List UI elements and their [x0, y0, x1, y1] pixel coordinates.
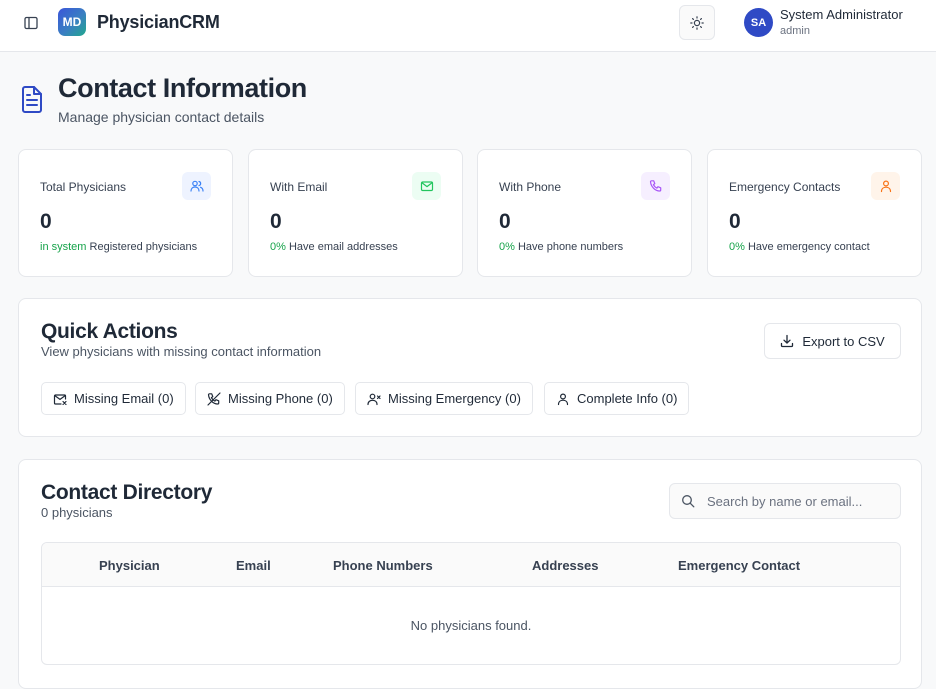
contact-directory-card: Contact Directory 0 physicians Physician…	[18, 459, 922, 689]
column-header-email[interactable]: Email	[236, 558, 271, 573]
user-icon	[557, 392, 569, 405]
column-header-emergency-contact[interactable]: Emergency Contact	[678, 558, 800, 573]
page-title: Contact Information	[58, 73, 307, 103]
theme-toggle-button[interactable]	[679, 5, 715, 40]
avatar[interactable]: SA	[744, 8, 773, 37]
stat-footnote: 0% Have email addresses	[270, 241, 398, 253]
missing-phone-filter-button[interactable]: Missing Phone (0)	[195, 382, 345, 415]
missing-emergency-filter-button[interactable]: Missing Emergency (0)	[355, 382, 533, 415]
search-input[interactable]	[707, 493, 887, 509]
filter-label: Missing Emergency (0)	[388, 391, 521, 406]
stat-card-with-phone: With Phone 0 0% Have phone numbers	[477, 149, 692, 277]
physician-count: 0 physicians	[41, 505, 113, 520]
stat-footnote: in system Registered physicians	[40, 241, 198, 253]
search-box[interactable]	[669, 483, 901, 519]
empty-table-message: No physicians found.	[410, 618, 532, 633]
stat-label: With Phone	[499, 180, 562, 194]
sun-icon	[690, 15, 704, 30]
export-csv-button[interactable]: Export to CSV	[764, 323, 901, 359]
stat-card-emergency-contacts: Emergency Contacts 0 0% Have emergency c…	[707, 149, 922, 277]
document-icon	[20, 86, 44, 114]
stat-value: 0	[729, 210, 741, 233]
column-header-addresses[interactable]: Addresses	[532, 558, 598, 573]
sidebar-toggle-icon[interactable]	[20, 12, 42, 34]
stat-value: 0	[270, 210, 282, 233]
filter-label: Missing Email (0)	[74, 391, 174, 406]
table-header: Physician Email Phone Numbers Addresses …	[42, 543, 900, 587]
download-icon	[781, 334, 794, 348]
logo-badge[interactable]: MD	[58, 8, 86, 36]
users-icon	[182, 172, 211, 200]
user-icon	[871, 172, 900, 200]
search-icon	[682, 495, 695, 508]
quick-actions-subtitle: View physicians with missing contact inf…	[41, 344, 322, 359]
quick-actions-card: Quick Actions View physicians with missi…	[18, 298, 922, 437]
mail-icon	[412, 172, 441, 200]
user-name[interactable]: System Administrator	[780, 7, 903, 22]
stat-footnote: 0% Have phone numbers	[499, 241, 624, 253]
phone-off-icon	[207, 391, 221, 406]
filter-label: Missing Phone (0)	[228, 391, 333, 406]
phone-icon	[641, 172, 670, 200]
filter-label: Complete Info (0)	[577, 391, 678, 406]
stat-label: Total Physicians	[40, 180, 127, 194]
column-header-phone-numbers[interactable]: Phone Numbers	[333, 558, 433, 573]
missing-email-filter-button[interactable]: Missing Email (0)	[41, 382, 186, 415]
stat-value: 0	[499, 210, 511, 233]
top-bar: MD PhysicianCRM SA System Administrator …	[0, 0, 936, 52]
user-x-icon	[367, 393, 381, 405]
stat-card-total-physicians: Total Physicians 0 in system Registered …	[18, 149, 233, 277]
user-role: admin	[780, 25, 810, 37]
stat-footnote: 0% Have emergency contact	[729, 241, 870, 253]
app-name[interactable]: PhysicianCRM	[97, 12, 220, 33]
contact-directory-title: Contact Directory	[41, 481, 213, 504]
stat-card-with-email: With Email 0 0% Have email addresses	[248, 149, 463, 277]
quick-actions-title: Quick Actions	[41, 320, 178, 343]
mail-x-icon	[53, 393, 67, 405]
stat-label: With Email	[270, 180, 328, 194]
stat-value: 0	[40, 210, 52, 233]
stat-label: Emergency Contacts	[729, 180, 841, 194]
column-header-physician[interactable]: Physician	[99, 558, 160, 573]
export-csv-label: Export to CSV	[802, 333, 885, 349]
complete-info-filter-button[interactable]: Complete Info (0)	[544, 382, 690, 415]
page-subtitle: Manage physician contact details	[58, 109, 265, 125]
contact-table: Physician Email Phone Numbers Addresses …	[41, 542, 901, 665]
